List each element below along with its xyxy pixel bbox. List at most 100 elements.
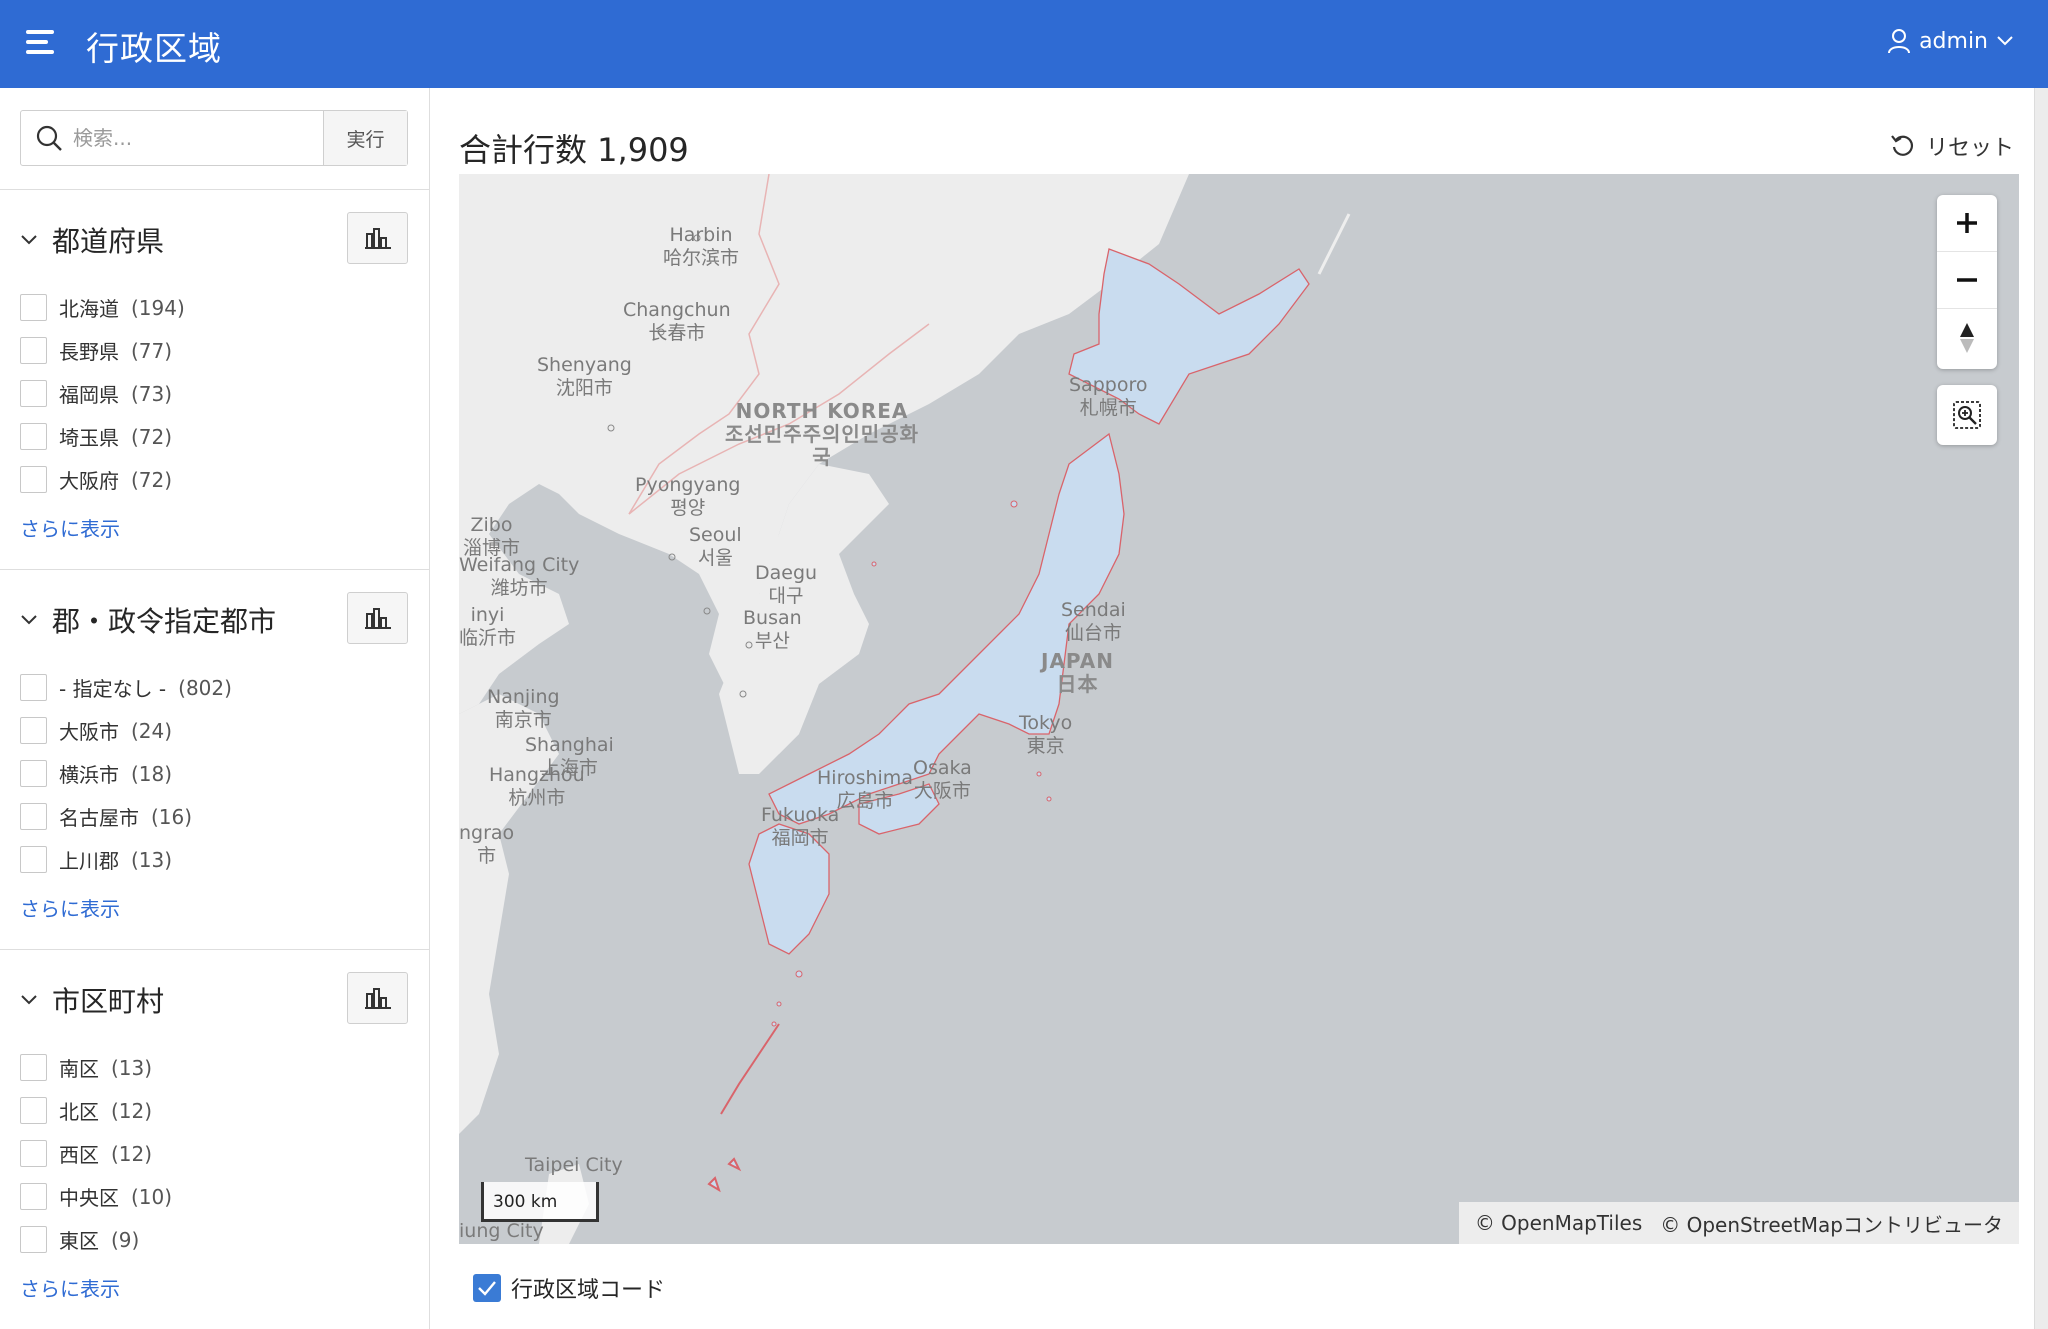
facet-item[interactable]: 長野県 (77) [20, 336, 172, 365]
checkbox[interactable] [20, 1097, 47, 1124]
map-canvas[interactable]: Harbin 哈尔滨市 Changchun 长春市 Shenyang 沈阳市 NORT… [459, 174, 2019, 1244]
chevron-down-icon [1997, 36, 2013, 46]
facet-item[interactable]: 上川郡 (13) [20, 845, 172, 874]
facet-item-count: (12) [111, 1098, 153, 1123]
facet-item-count: (9) [111, 1227, 140, 1252]
city-dot [703, 607, 711, 615]
facet-item-label: 上川郡 [59, 849, 119, 873]
facet-item[interactable]: 東区 (9) [20, 1225, 139, 1254]
facet-item-count: (77) [131, 338, 173, 363]
checkbox[interactable] [20, 294, 47, 321]
checkbox[interactable] [20, 1226, 47, 1253]
map-label-north-korea: NORTH KOREA 조선민주주의인민공화 국 [725, 399, 919, 469]
facet-item-label: 北区 [59, 1100, 99, 1124]
checkbox[interactable] [20, 337, 47, 364]
show-more-link[interactable]: さらに表示 [20, 513, 120, 542]
facet-item-label: 東区 [59, 1229, 99, 1253]
map-label-japan: JAPAN 日本 [1041, 649, 1114, 696]
facet-chart-button[interactable] [347, 212, 408, 264]
attribution-openmaptiles[interactable]: © OpenMapTiles [1475, 1211, 1642, 1235]
checkbox[interactable] [20, 1140, 47, 1167]
map-label-harbin: Harbin 哈尔滨市 [663, 224, 740, 269]
facet-toggle[interactable]: 市区町村 [20, 980, 164, 1020]
search-input[interactable] [73, 126, 303, 150]
island-dot [1010, 500, 1018, 508]
search-box: 実行 [20, 110, 408, 166]
facet-item[interactable]: 名古屋市 (16) [20, 802, 192, 831]
reset-icon [1891, 135, 1913, 156]
checkbox[interactable] [20, 423, 47, 450]
reset-label: リセット [1925, 136, 2014, 161]
facet-item-count: (13) [131, 847, 173, 872]
compass-button[interactable] [1937, 309, 1997, 366]
checkbox-checked[interactable] [473, 1274, 501, 1302]
minus-icon [1957, 278, 1977, 282]
checkbox[interactable] [20, 803, 47, 830]
kuril-chain [1317, 213, 1351, 275]
checkbox[interactable] [20, 1183, 47, 1210]
facet-sidebar: 実行 都道府県 北海道 (194) 長野県 (77) 福岡県 (73) 埼玉県 (72)… [0, 88, 430, 1329]
facet-title: 市区町村 [52, 985, 165, 1018]
island-dot [871, 561, 877, 567]
facet-item[interactable]: 大阪市 (24) [20, 716, 172, 745]
facet-item-count: (16) [151, 804, 193, 829]
user-menu[interactable]: admin [1887, 28, 2014, 54]
search-icon [36, 125, 62, 151]
scale-bar: 300 km [481, 1182, 599, 1222]
bar-chart-icon [364, 988, 391, 1009]
show-more-link[interactable]: さらに表示 [20, 893, 120, 922]
zoom-to-area-button[interactable] [1937, 385, 1997, 445]
facet-item[interactable]: 西区 (12) [20, 1139, 152, 1168]
bar-chart-icon [364, 228, 391, 249]
facet-item-count: (13) [111, 1055, 153, 1080]
island-dot [795, 970, 803, 978]
facet-chart-button[interactable] [347, 972, 408, 1024]
facet-item[interactable]: 南区 (13) [20, 1053, 152, 1082]
search-run-button[interactable]: 実行 [323, 111, 407, 165]
facet-item[interactable]: 中央区 (10) [20, 1182, 172, 1211]
facet-item[interactable]: 横浜市 (18) [20, 759, 172, 788]
facet-municipality: 市区町村 南区 (13) 北区 (12) 西区 (12) 中央区 (10) 東区 (9) … [0, 949, 429, 1329]
app-title: 行政区域 [86, 29, 222, 68]
checkbox[interactable] [20, 380, 47, 407]
map-label-osaka: Osaka 大阪市 [913, 757, 972, 802]
facet-toggle[interactable]: 郡・政令指定都市 [20, 600, 276, 640]
facet-item-count: (73) [131, 381, 173, 406]
facet-item[interactable]: 埼玉県 (72) [20, 422, 172, 451]
map-attribution: © OpenMapTiles © OpenStreetMapコントリビュータ [1458, 1202, 2019, 1244]
chevron-down-icon [21, 995, 37, 1005]
facet-item[interactable]: - 指定なし - (802) [20, 673, 232, 702]
reset-button[interactable]: リセット [1890, 130, 2014, 162]
total-rows: 合計行数 1,909 [459, 131, 689, 169]
map-label-sapporo: Sapporo 札幌市 [1069, 374, 1148, 419]
legend-label: 行政区域コード [511, 1278, 666, 1303]
map-legend-toggle[interactable]: 行政区域コード [473, 1272, 665, 1304]
map-label-pyongyang: Pyongyang 평양 [635, 474, 741, 519]
menu-icon[interactable] [26, 30, 58, 56]
checkbox[interactable] [20, 466, 47, 493]
facet-toggle[interactable]: 都道府県 [20, 220, 164, 260]
checkbox[interactable] [20, 1054, 47, 1081]
map-label-ningbo: ngrao 市 [459, 822, 515, 867]
compass-icon [1960, 322, 1974, 353]
map-label-taipei: Taipei City [525, 1154, 623, 1176]
facet-item[interactable]: 大阪府 (72) [20, 465, 172, 494]
attribution-osm[interactable]: © OpenStreetMapコントリビュータ [1660, 1209, 2003, 1238]
facet-chart-button[interactable] [347, 592, 408, 644]
zoom-out-button[interactable] [1937, 252, 1997, 309]
facet-item-count: (802) [178, 675, 232, 700]
zoom-in-button[interactable] [1937, 195, 1997, 252]
facet-item[interactable]: 福岡県 (73) [20, 379, 172, 408]
chevron-down-icon [21, 615, 37, 625]
facet-item[interactable]: 北海道 (194) [20, 293, 185, 322]
island-dot [1046, 796, 1052, 802]
facet-item-label: 南区 [59, 1057, 99, 1081]
island-dot [1036, 771, 1042, 777]
map-label-linyi: inyi 临沂市 [459, 604, 517, 649]
show-more-link[interactable]: さらに表示 [20, 1273, 120, 1302]
facet-item[interactable]: 北区 (12) [20, 1096, 152, 1125]
checkbox[interactable] [20, 760, 47, 787]
checkbox[interactable] [20, 717, 47, 744]
checkbox[interactable] [20, 846, 47, 873]
checkbox[interactable] [20, 674, 47, 701]
